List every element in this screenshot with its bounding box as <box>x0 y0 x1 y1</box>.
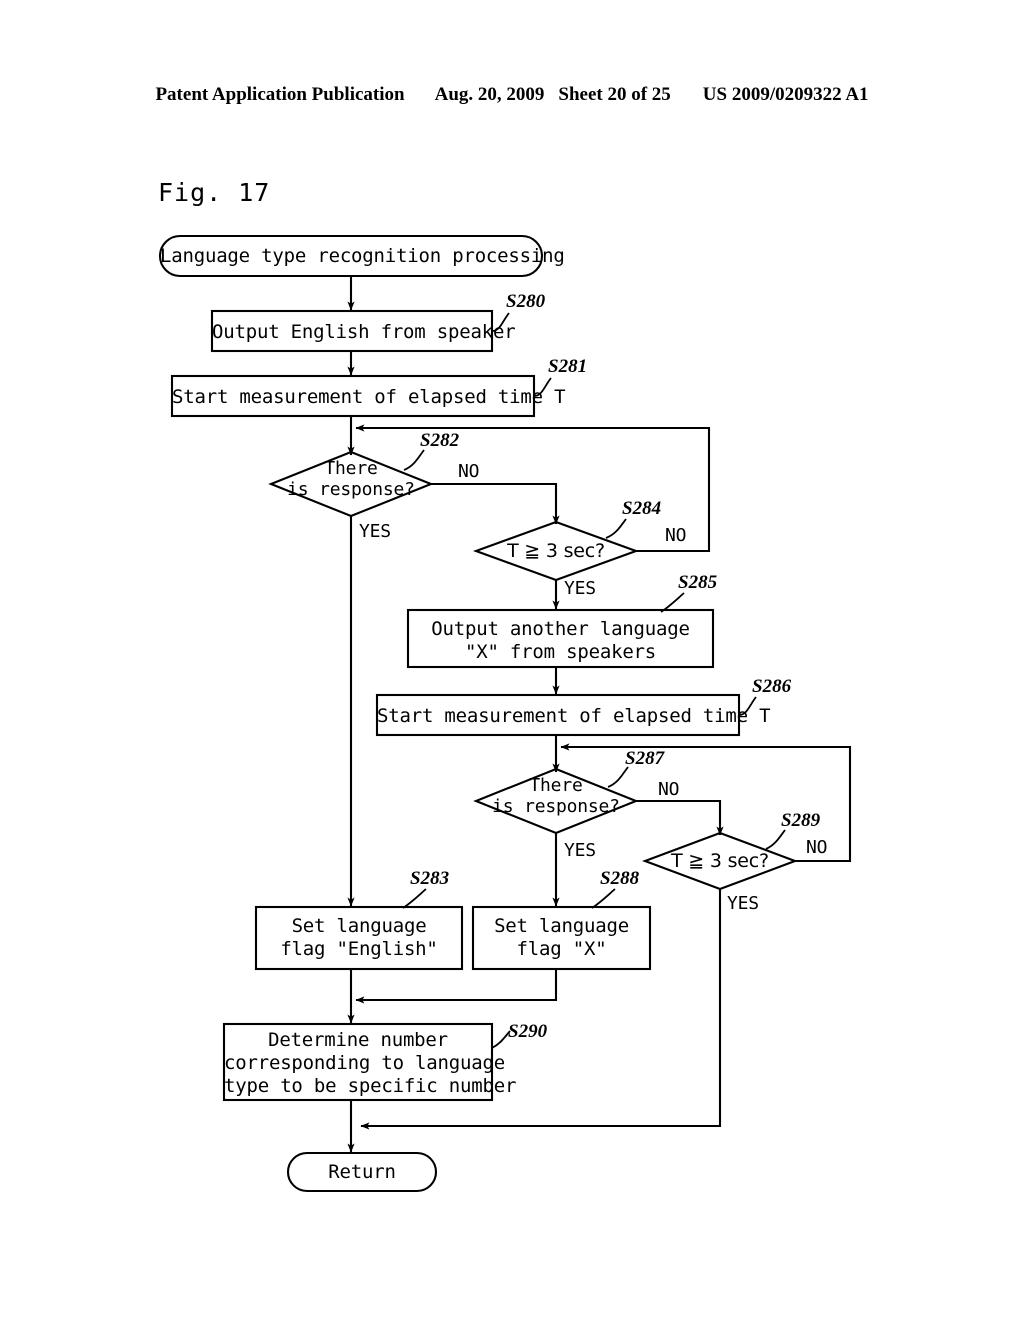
node-s283-label-line1: Set language <box>291 915 427 937</box>
step-ref-s283: S283 <box>410 868 450 889</box>
branch-label-s287-no: NO <box>658 779 680 800</box>
step-ref-s285: S285 <box>678 572 718 593</box>
node-s282-label-line2: is response? <box>287 479 415 500</box>
branch-label-s289-yes: YES <box>727 893 759 914</box>
node-s288-label-line1: Set language <box>494 915 629 937</box>
leader-s288 <box>591 888 616 909</box>
node-s290-label-line3: type to be specific number <box>224 1075 517 1097</box>
step-ref-s280: S280 <box>506 291 546 312</box>
patent-drawing-page: Patent Application Publication Aug. 20, 2… <box>0 0 1024 1320</box>
leader-s283 <box>402 888 427 909</box>
connector-s287-no <box>636 799 724 836</box>
step-ref-s289: S289 <box>781 810 821 831</box>
node-s287-label-line2: is response? <box>492 796 620 817</box>
branch-label-s284-yes: YES <box>564 578 596 599</box>
node-start-label: Language type recognition processing <box>160 245 565 267</box>
node-s290-label-line1: Determine number <box>268 1029 448 1051</box>
step-ref-s288: S288 <box>600 868 640 889</box>
node-s285-label-line1: Output another language <box>431 618 690 640</box>
step-ref-s286: S286 <box>752 676 792 697</box>
node-s285-label-line2: "X" from speakers <box>464 641 657 663</box>
node-s280-label: Output English from speaker <box>212 321 516 343</box>
node-s283-label-line2: flag "English" <box>280 938 438 960</box>
step-ref-s287: S287 <box>625 748 665 769</box>
step-ref-s290: S290 <box>508 1021 548 1042</box>
node-s287-label-line1: There <box>529 775 583 796</box>
step-ref-s284: S284 <box>622 498 662 519</box>
node-s281-label: Start measurement of elapsed time T <box>172 386 566 408</box>
step-ref-s281: S281 <box>548 356 588 377</box>
connector-s282-no <box>431 482 560 525</box>
branch-label-s289-no: NO <box>806 837 828 858</box>
leader-s284 <box>605 518 627 539</box>
branch-label-s284-no: NO <box>665 525 687 546</box>
branch-label-s282-no: NO <box>458 461 480 482</box>
node-s282-label-line1: There <box>324 458 378 479</box>
node-s288-label-line2: flag "X" <box>516 938 607 960</box>
node-return-label: Return <box>328 1161 396 1183</box>
branch-label-s287-yes: YES <box>564 840 596 861</box>
leader-s289 <box>765 829 786 850</box>
node-s286-label: Start measurement of elapsed time T <box>377 705 771 727</box>
step-ref-s282: S282 <box>420 430 460 451</box>
branch-label-s282-yes: YES <box>359 521 391 542</box>
node-s284-label: T ≧ 3 sec? <box>507 540 605 562</box>
node-s289-label: T ≧ 3 sec? <box>671 850 769 872</box>
node-s290-label-line2: corresponding to language <box>224 1052 505 1074</box>
connector-s288-merge <box>355 969 558 1004</box>
